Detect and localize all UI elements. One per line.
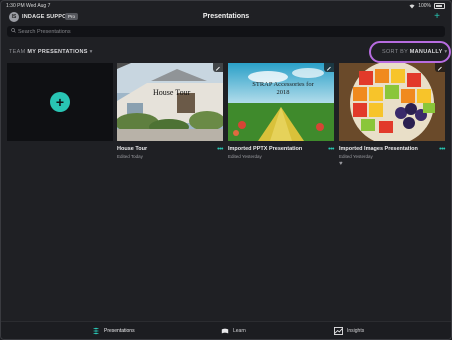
- edit-button[interactable]: [324, 63, 334, 72]
- more-options-button[interactable]: •••: [328, 146, 334, 153]
- search-bar[interactable]: [7, 26, 445, 37]
- tab-label: Learn: [233, 328, 246, 334]
- search-icon: [11, 28, 16, 33]
- status-time: 1:30 PM Wed Aug 7: [6, 3, 51, 9]
- team-filter[interactable]: TEAM MY PRESENTATIONS ▾: [9, 49, 93, 55]
- presentation-thumbnail[interactable]: STRAP Accessories for 2018: [228, 63, 334, 141]
- tab-label: Insights: [347, 328, 365, 334]
- team-value: MY PRESENTATIONS: [27, 49, 88, 55]
- sort-dropdown[interactable]: SORT BY MANUALLY ▾: [382, 49, 447, 55]
- new-presentation-card[interactable]: +: [7, 63, 113, 141]
- edited-date: Edited Today: [117, 154, 143, 159]
- pencil-icon: [437, 66, 442, 71]
- battery-text: 100%: [418, 3, 431, 9]
- presentation-thumbnail[interactable]: [339, 63, 445, 141]
- more-options-button[interactable]: •••: [217, 146, 223, 153]
- more-options-button[interactable]: •••: [439, 146, 445, 153]
- wifi-icon: [409, 4, 415, 8]
- insights-icon: [334, 327, 343, 335]
- add-button[interactable]: +: [50, 92, 70, 112]
- chevron-down-icon: ▾: [444, 49, 448, 55]
- thumb-title: STRAP Accessories for 2018: [252, 81, 314, 96]
- tab-learn[interactable]: Learn: [221, 327, 246, 335]
- tab-label: Presentations: [104, 328, 135, 334]
- status-bar: 1:30 PM Wed Aug 7 100%: [1, 1, 451, 10]
- app-frame: 1:30 PM Wed Aug 7 100% IS INDAGE SUPPORT…: [0, 0, 452, 340]
- house-image: [117, 63, 223, 141]
- presentation-card[interactable]: STRAP Accessories for 2018 Imported PPTX…: [228, 63, 334, 159]
- learn-icon: [221, 328, 229, 334]
- edit-button[interactable]: [213, 63, 223, 72]
- fruit-bowl-image: [339, 63, 445, 141]
- edited-date: Edited Yesterday: [228, 154, 262, 159]
- pencil-icon: [215, 66, 220, 71]
- chevron-down-icon: ▾: [89, 49, 93, 55]
- sort-value: MANUALLY: [409, 49, 443, 55]
- edited-date: Edited Yesterday: [339, 154, 373, 159]
- pencil-icon: [326, 66, 331, 71]
- landscape-image: [228, 63, 334, 141]
- tab-insights[interactable]: Insights: [334, 327, 364, 335]
- presentation-card[interactable]: House Tour House Tour Edited Today •••: [117, 63, 223, 159]
- header: IS INDAGE SUPPORT Pro Presentations +: [1, 11, 451, 25]
- tab-bar: Presentations Learn Insights: [1, 321, 451, 339]
- sort-prefix: SORT BY: [382, 49, 408, 55]
- presentation-name[interactable]: Imported PPTX Presentation: [228, 146, 334, 152]
- edit-button[interactable]: [435, 63, 445, 72]
- search-input[interactable]: [18, 26, 218, 37]
- page-title: Presentations: [202, 13, 250, 20]
- new-presentation-thumb[interactable]: +: [7, 63, 113, 141]
- add-presentation-button[interactable]: +: [434, 11, 440, 22]
- presentation-name[interactable]: Imported Images Presentation: [339, 146, 445, 152]
- presentation-thumbnail[interactable]: House Tour: [117, 63, 223, 141]
- presentation-card[interactable]: Imported Images Presentation Edited Yest…: [339, 63, 445, 167]
- favorite-heart-icon[interactable]: ♥: [339, 161, 445, 167]
- team-prefix: TEAM: [9, 49, 26, 55]
- presentations-icon: [92, 327, 100, 335]
- presentation-name[interactable]: House Tour: [117, 146, 223, 152]
- thumb-title: House Tour: [153, 88, 191, 97]
- status-right: 100%: [409, 3, 445, 9]
- battery-icon: [434, 3, 445, 9]
- tab-presentations[interactable]: Presentations: [92, 327, 135, 335]
